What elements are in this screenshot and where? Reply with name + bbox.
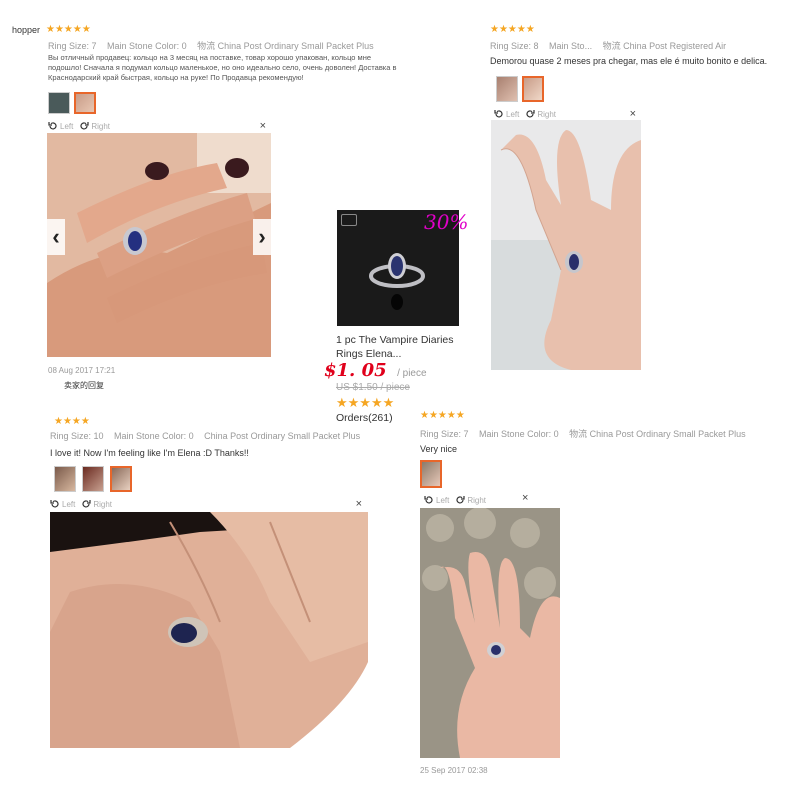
rotate-right-icon — [526, 110, 535, 118]
review-comment: I love it! Now I'm feeling like I'm Elen… — [50, 448, 249, 458]
review-date: 08 Aug 2017 17:21 — [48, 366, 116, 375]
camera-icon — [341, 214, 357, 226]
rotate-left-button[interactable]: Left — [494, 109, 519, 119]
rating-stars: ★★★★ — [54, 416, 90, 427]
review-thumbnail[interactable] — [54, 466, 76, 492]
previous-image-button[interactable]: ‹ — [47, 219, 65, 255]
shipping-method: 物流 China Post Ordinary Small Packet Plus — [569, 429, 746, 439]
product-price: $1. 05 / piece — [324, 360, 427, 381]
image-viewer-toolbar: Left Right × — [50, 498, 366, 510]
review-thumbnail-selected[interactable] — [522, 76, 544, 102]
review-4: ★★★★★ Ring Size: 7 Main Stone Color: 0 物… — [410, 408, 770, 788]
close-viewer-button[interactable]: × — [260, 120, 266, 132]
ring-size: Ring Size: 7 — [48, 41, 97, 51]
stone-color: Main Stone Color: 0 — [114, 431, 194, 441]
rotate-right-icon — [456, 496, 465, 504]
review-2: ★★★★★ Ring Size: 8 Main Sto... 物流 China … — [480, 20, 800, 380]
review-photo — [50, 512, 368, 748]
review-date: 25 Sep 2017 02:38 — [420, 766, 488, 775]
review-thumbnail[interactable] — [496, 76, 518, 102]
rotate-left-button[interactable]: Left — [424, 495, 449, 505]
review-thumbnail-selected[interactable] — [110, 466, 132, 492]
close-viewer-button[interactable]: × — [356, 498, 362, 510]
rotate-left-button[interactable]: Left — [48, 121, 73, 131]
stone-color: Main Stone Color: 0 — [479, 429, 559, 439]
product-title[interactable]: 1 pc The Vampire Diaries Rings Elena... — [336, 333, 454, 361]
stone-color: Main Stone Color: 0 — [107, 41, 187, 51]
chevron-right-icon: › — [258, 224, 266, 249]
rotate-right-icon — [80, 122, 89, 130]
review-thumbnail[interactable] — [82, 466, 104, 492]
review-1: hopper ★★★★★ Ring Size: 7 Main Stone Col… — [0, 0, 397, 400]
rotate-left-icon — [50, 500, 59, 508]
hand-with-ring-image — [491, 120, 641, 370]
product-card[interactable]: 30% 1 pc The Vampire Diaries Rings Elena… — [300, 196, 480, 436]
review-thumbnail-selected[interactable] — [74, 92, 96, 114]
ring-size: Ring Size: 10 — [50, 431, 104, 441]
rotate-right-button[interactable]: Right — [455, 495, 486, 505]
review-meta: Ring Size: 7 Main Stone Color: 0 物流 Chin… — [48, 39, 382, 52]
rotate-right-icon — [82, 500, 91, 508]
stone-color: Main Sto... — [549, 41, 593, 51]
ring-size: Ring Size: 8 — [490, 41, 539, 51]
review-3: ★★★★ Ring Size: 10 Main Stone Color: 0 C… — [40, 414, 380, 754]
shipping-method: 物流 China Post Registered Air — [602, 41, 727, 51]
image-viewer-toolbar: Left Right × — [48, 120, 270, 132]
rotate-left-icon — [48, 122, 57, 130]
hand-with-ring-image — [420, 508, 560, 758]
rating-stars: ★★★★★ — [46, 24, 91, 35]
review-meta: Ring Size: 7 Main Stone Color: 0 物流 Chin… — [420, 427, 754, 440]
discount-badge: 30% — [424, 210, 469, 234]
original-price: US $1.50 / piece — [336, 382, 410, 393]
rotate-left-button[interactable]: Left — [50, 499, 75, 509]
rotate-right-button[interactable]: Right — [79, 121, 110, 131]
hand-with-ring-image — [47, 133, 271, 357]
close-viewer-button[interactable]: × — [630, 108, 636, 120]
review-photo: ‹ › — [47, 133, 271, 357]
rating-stars: ★★★★★ — [490, 24, 535, 35]
review-thumbnail-selected[interactable] — [420, 460, 442, 488]
rating-stars: ★★★★★ — [420, 410, 465, 421]
review-comment: Very nice — [420, 444, 458, 454]
image-viewer-toolbar: Left Right × — [494, 108, 640, 120]
seller-reply-link[interactable]: 卖家的回复 — [64, 380, 104, 391]
rotate-left-icon — [424, 496, 433, 504]
shipping-method: 物流 China Post Ordinary Small Packet Plus — [197, 41, 374, 51]
product-rating-stars: ★★★★★ — [336, 395, 395, 410]
review-comment: Вы отличный продавец: кольцо на 3 месяц … — [48, 53, 397, 82]
rotate-left-icon — [494, 110, 503, 118]
reviewer-name: hopper — [12, 25, 41, 35]
rotate-right-button[interactable]: Right — [81, 499, 112, 509]
review-photo — [491, 120, 641, 370]
review-meta: Ring Size: 10 Main Stone Color: 0 China … — [50, 431, 368, 441]
ring-size: Ring Size: 7 — [420, 429, 469, 439]
review-comment: Demorou quase 2 meses pra chegar, mas el… — [490, 56, 768, 66]
image-viewer-toolbar: Left Right — [424, 494, 530, 506]
shipping-method: China Post Ordinary Small Packet Plus — [204, 431, 361, 441]
review-meta: Ring Size: 8 Main Sto... 物流 China Post R… — [490, 39, 734, 52]
rotate-right-button[interactable]: Right — [525, 109, 556, 119]
close-viewer-button[interactable]: × — [522, 492, 528, 504]
chevron-left-icon: ‹ — [52, 224, 60, 249]
review-thumbnail[interactable] — [48, 92, 70, 114]
next-image-button[interactable]: › — [253, 219, 271, 255]
hand-with-ring-image — [50, 512, 368, 748]
review-photo — [420, 508, 560, 758]
